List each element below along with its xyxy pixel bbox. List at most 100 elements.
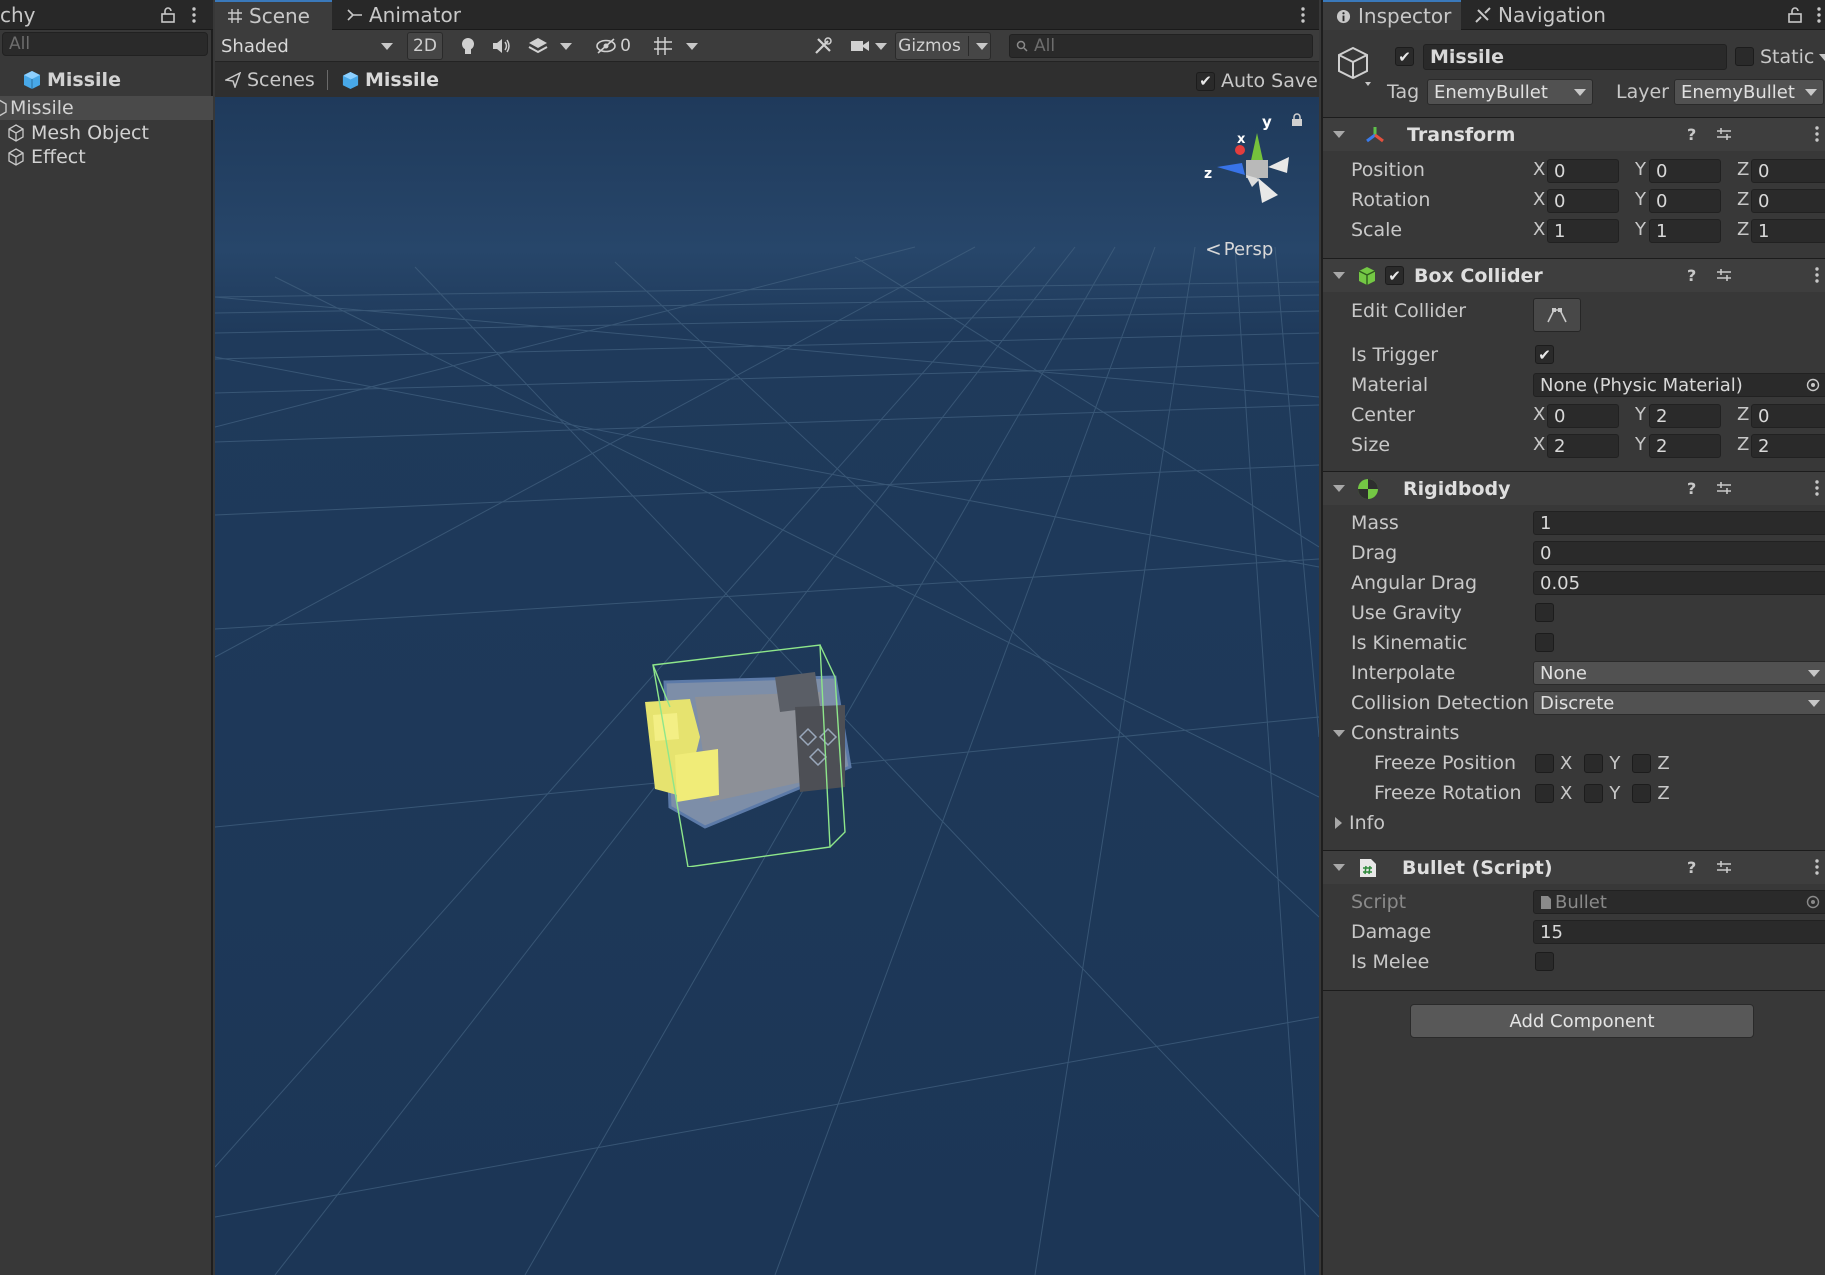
position-z-field[interactable]: 0 (1751, 159, 1825, 183)
auto-save-toggle[interactable]: ✔ Auto Save (1196, 68, 1318, 94)
help-icon[interactable]: ? (1687, 858, 1696, 877)
size-z-field[interactable]: 2 (1751, 434, 1825, 458)
more-options-icon[interactable] (186, 5, 202, 25)
axis-y-label[interactable]: Y (1635, 189, 1646, 210)
preset-icon[interactable] (1716, 126, 1732, 142)
lock-icon[interactable] (1785, 5, 1805, 25)
help-icon[interactable]: ? (1687, 479, 1696, 498)
more-options-icon[interactable] (1295, 5, 1311, 25)
orientation-gizmo[interactable]: y x z (1182, 105, 1302, 215)
damage-field[interactable]: 15 (1533, 920, 1825, 944)
is-trigger-checkbox[interactable]: ✔ (1535, 345, 1554, 364)
breadcrumb-scenes[interactable]: Scenes (225, 66, 315, 94)
hierarchy-tab[interactable]: chy (0, 3, 36, 27)
static-dropdown[interactable]: Static (1760, 44, 1825, 70)
axis-x-label[interactable]: X (1533, 219, 1545, 240)
axis-y-label[interactable]: Y (1635, 219, 1646, 240)
axis-x-label[interactable]: X (1533, 159, 1545, 180)
mass-field[interactable]: 1 (1533, 511, 1825, 535)
tab-navigation[interactable]: Navigation (1475, 0, 1625, 30)
preset-icon[interactable] (1716, 267, 1732, 283)
static-checkbox[interactable] (1735, 47, 1754, 66)
freeze-rotation-z-checkbox[interactable] (1632, 784, 1652, 803)
scene-viewport[interactable]: y x z < Persp (215, 97, 1319, 1275)
axis-x-label[interactable]: X (1533, 189, 1545, 210)
position-y-field[interactable]: 0 (1649, 159, 1721, 183)
info-foldout[interactable]: Info (1335, 812, 1385, 834)
object-active-checkbox[interactable]: ✔ (1395, 47, 1414, 66)
rigidbody-header[interactable]: Rigidbody ? (1323, 471, 1825, 505)
audio-toggle-button[interactable] (485, 32, 519, 60)
help-icon[interactable]: ? (1687, 266, 1696, 285)
position-x-field[interactable]: 0 (1547, 159, 1619, 183)
object-name-input[interactable]: Missile (1423, 44, 1727, 70)
scale-y-field[interactable]: 1 (1649, 219, 1721, 243)
hierarchy-row-mesh-object[interactable]: Mesh Object (0, 121, 213, 145)
more-options-icon[interactable] (1815, 859, 1819, 875)
center-z-field[interactable]: 0 (1751, 404, 1825, 428)
bullet-script-header[interactable]: Bullet (Script) ? (1323, 850, 1825, 884)
freeze-position-y-checkbox[interactable] (1584, 754, 1604, 773)
more-options-icon[interactable] (1815, 480, 1819, 496)
tab-scene[interactable]: Scene (215, 0, 332, 30)
axis-z-label[interactable]: Z (1737, 159, 1749, 180)
scale-x-field[interactable]: 1 (1547, 219, 1619, 243)
freeze-rotation-x-checkbox[interactable] (1535, 784, 1554, 803)
missile-model[interactable] (635, 637, 905, 867)
freeze-position-z-checkbox[interactable] (1632, 754, 1652, 773)
material-field[interactable]: None (Physic Material) (1533, 373, 1825, 397)
scene-search-input[interactable]: All (1009, 34, 1313, 58)
axis-z-label[interactable]: Z (1737, 404, 1749, 425)
shading-mode-dropdown[interactable]: Shaded (217, 32, 397, 60)
axis-z-label[interactable]: Z (1737, 219, 1749, 240)
grid-dropdown[interactable] (681, 32, 703, 60)
gizmo-lock-icon[interactable] (1291, 113, 1303, 127)
size-x-field[interactable]: 2 (1547, 434, 1619, 458)
box-collider-enabled-checkbox[interactable]: ✔ (1385, 266, 1404, 285)
is-kinematic-checkbox[interactable] (1535, 633, 1554, 652)
grid-toggle-button[interactable] (647, 32, 679, 60)
effects-dropdown[interactable] (555, 32, 577, 60)
drag-field[interactable]: 0 (1533, 541, 1825, 565)
preset-icon[interactable] (1716, 480, 1732, 496)
lighting-toggle-button[interactable] (451, 32, 485, 60)
foldout-arrow-icon[interactable] (1333, 864, 1345, 871)
freeze-position-x-checkbox[interactable] (1535, 754, 1554, 773)
rotation-z-field[interactable]: 0 (1751, 189, 1825, 213)
transform-header[interactable]: Transform ? (1323, 117, 1825, 151)
camera-dropdown[interactable] (845, 32, 891, 60)
axis-x-label[interactable]: X (1533, 404, 1545, 425)
hierarchy-root[interactable]: Missile (0, 66, 213, 94)
hierarchy-search-input[interactable]: All (2, 32, 208, 56)
2d-toggle-button[interactable]: 2D (407, 32, 443, 60)
edit-collider-button[interactable] (1533, 298, 1581, 332)
use-gravity-checkbox[interactable] (1535, 603, 1554, 622)
layer-dropdown[interactable]: EnemyBullet (1674, 79, 1824, 105)
is-melee-checkbox[interactable] (1535, 952, 1554, 971)
axis-y-label[interactable]: Y (1635, 404, 1646, 425)
collision-detection-dropdown[interactable]: Discrete (1533, 691, 1825, 715)
scale-z-field[interactable]: 1 (1751, 219, 1825, 243)
add-component-button[interactable]: Add Component (1410, 1004, 1754, 1038)
gameobject-icon[interactable] (1333, 44, 1377, 88)
more-options-icon[interactable] (1815, 267, 1819, 283)
more-options-icon[interactable] (1815, 126, 1819, 142)
freeze-rotation-y-checkbox[interactable] (1584, 784, 1604, 803)
constraints-foldout[interactable]: Constraints (1333, 722, 1459, 744)
hidden-objects-toggle[interactable]: 0 (587, 32, 639, 60)
interpolate-dropdown[interactable]: None (1533, 661, 1825, 685)
foldout-arrow-icon[interactable] (1333, 131, 1345, 138)
projection-toggle[interactable]: < Persp (1205, 237, 1273, 261)
help-icon[interactable]: ? (1687, 125, 1696, 144)
preset-icon[interactable] (1716, 859, 1732, 875)
gizmos-dropdown[interactable]: Gizmos (895, 32, 991, 60)
center-x-field[interactable]: 0 (1547, 404, 1619, 428)
tools-button[interactable] (805, 32, 841, 60)
rotation-x-field[interactable]: 0 (1547, 189, 1619, 213)
rotation-y-field[interactable]: 0 (1649, 189, 1721, 213)
foldout-arrow-icon[interactable] (1333, 272, 1345, 279)
auto-save-checkbox[interactable]: ✔ (1196, 71, 1215, 91)
effects-toggle-button[interactable] (521, 32, 555, 60)
foldout-arrow-icon[interactable] (1333, 485, 1345, 492)
lock-icon[interactable] (158, 5, 178, 25)
